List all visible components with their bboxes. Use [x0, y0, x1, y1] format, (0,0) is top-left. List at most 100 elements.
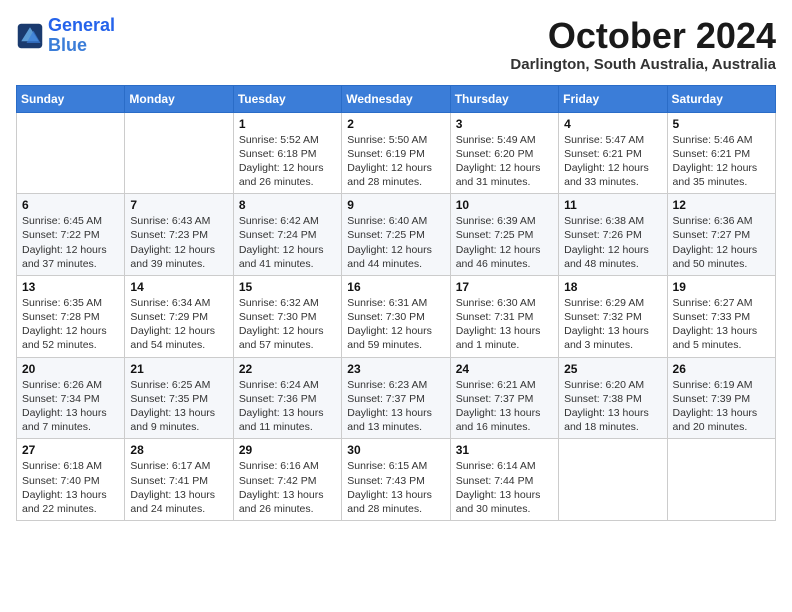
day-info: Sunrise: 6:14 AMSunset: 7:44 PMDaylight:…	[456, 460, 541, 515]
calendar-cell	[125, 112, 233, 194]
day-number: 27	[22, 443, 119, 457]
logo-line2: Blue	[48, 35, 87, 55]
title-block: October 2024 Darlington, South Australia…	[510, 16, 776, 73]
day-number: 6	[22, 198, 119, 212]
day-info: Sunrise: 6:17 AMSunset: 7:41 PMDaylight:…	[130, 460, 215, 515]
day-info: Sunrise: 6:26 AMSunset: 7:34 PMDaylight:…	[22, 379, 107, 434]
calendar-cell: 6 Sunrise: 6:45 AMSunset: 7:22 PMDayligh…	[17, 194, 125, 276]
day-info: Sunrise: 6:31 AMSunset: 7:30 PMDaylight:…	[347, 297, 432, 352]
calendar-cell: 30 Sunrise: 6:15 AMSunset: 7:43 PMDaylig…	[342, 439, 450, 521]
calendar-cell: 18 Sunrise: 6:29 AMSunset: 7:32 PMDaylig…	[559, 275, 667, 357]
day-number: 28	[130, 443, 227, 457]
day-info: Sunrise: 6:15 AMSunset: 7:43 PMDaylight:…	[347, 460, 432, 515]
calendar-cell: 27 Sunrise: 6:18 AMSunset: 7:40 PMDaylig…	[17, 439, 125, 521]
day-info: Sunrise: 6:42 AMSunset: 7:24 PMDaylight:…	[239, 215, 324, 270]
day-info: Sunrise: 6:30 AMSunset: 7:31 PMDaylight:…	[456, 297, 541, 352]
day-number: 18	[564, 280, 661, 294]
calendar-cell: 16 Sunrise: 6:31 AMSunset: 7:30 PMDaylig…	[342, 275, 450, 357]
day-number: 16	[347, 280, 444, 294]
day-number: 2	[347, 117, 444, 131]
calendar-cell: 11 Sunrise: 6:38 AMSunset: 7:26 PMDaylig…	[559, 194, 667, 276]
day-number: 8	[239, 198, 336, 212]
calendar-cell: 4 Sunrise: 5:47 AMSunset: 6:21 PMDayligh…	[559, 112, 667, 194]
location: Darlington, South Australia, Australia	[510, 56, 776, 73]
day-number: 19	[673, 280, 770, 294]
day-number: 14	[130, 280, 227, 294]
calendar-week-5: 27 Sunrise: 6:18 AMSunset: 7:40 PMDaylig…	[17, 439, 776, 521]
day-number: 25	[564, 362, 661, 376]
day-info: Sunrise: 6:36 AMSunset: 7:27 PMDaylight:…	[673, 215, 758, 270]
calendar-cell: 26 Sunrise: 6:19 AMSunset: 7:39 PMDaylig…	[667, 357, 775, 439]
day-number: 22	[239, 362, 336, 376]
day-number: 31	[456, 443, 553, 457]
calendar-cell: 14 Sunrise: 6:34 AMSunset: 7:29 PMDaylig…	[125, 275, 233, 357]
day-info: Sunrise: 5:46 AMSunset: 6:21 PMDaylight:…	[673, 134, 758, 189]
day-number: 13	[22, 280, 119, 294]
logo: General Blue	[16, 16, 115, 56]
calendar-body: 1 Sunrise: 5:52 AMSunset: 6:18 PMDayligh…	[17, 112, 776, 520]
calendar-cell: 15 Sunrise: 6:32 AMSunset: 7:30 PMDaylig…	[233, 275, 341, 357]
calendar-cell: 23 Sunrise: 6:23 AMSunset: 7:37 PMDaylig…	[342, 357, 450, 439]
calendar-cell: 21 Sunrise: 6:25 AMSunset: 7:35 PMDaylig…	[125, 357, 233, 439]
logo-icon	[16, 22, 44, 50]
day-number: 17	[456, 280, 553, 294]
month-title: October 2024	[510, 16, 776, 56]
calendar-cell	[17, 112, 125, 194]
day-info: Sunrise: 6:39 AMSunset: 7:25 PMDaylight:…	[456, 215, 541, 270]
calendar-cell: 24 Sunrise: 6:21 AMSunset: 7:37 PMDaylig…	[450, 357, 558, 439]
day-number: 5	[673, 117, 770, 131]
calendar-cell	[667, 439, 775, 521]
day-info: Sunrise: 6:24 AMSunset: 7:36 PMDaylight:…	[239, 379, 324, 434]
weekday-saturday: Saturday	[667, 85, 775, 112]
day-number: 12	[673, 198, 770, 212]
calendar-cell: 3 Sunrise: 5:49 AMSunset: 6:20 PMDayligh…	[450, 112, 558, 194]
calendar-cell: 13 Sunrise: 6:35 AMSunset: 7:28 PMDaylig…	[17, 275, 125, 357]
day-number: 21	[130, 362, 227, 376]
calendar-cell	[559, 439, 667, 521]
day-number: 29	[239, 443, 336, 457]
day-number: 11	[564, 198, 661, 212]
day-info: Sunrise: 6:25 AMSunset: 7:35 PMDaylight:…	[130, 379, 215, 434]
calendar-cell: 28 Sunrise: 6:17 AMSunset: 7:41 PMDaylig…	[125, 439, 233, 521]
day-number: 15	[239, 280, 336, 294]
day-number: 1	[239, 117, 336, 131]
day-info: Sunrise: 6:40 AMSunset: 7:25 PMDaylight:…	[347, 215, 432, 270]
day-info: Sunrise: 5:52 AMSunset: 6:18 PMDaylight:…	[239, 134, 324, 189]
day-info: Sunrise: 6:32 AMSunset: 7:30 PMDaylight:…	[239, 297, 324, 352]
day-number: 9	[347, 198, 444, 212]
day-info: Sunrise: 6:29 AMSunset: 7:32 PMDaylight:…	[564, 297, 649, 352]
calendar-cell: 5 Sunrise: 5:46 AMSunset: 6:21 PMDayligh…	[667, 112, 775, 194]
day-info: Sunrise: 6:18 AMSunset: 7:40 PMDaylight:…	[22, 460, 107, 515]
day-info: Sunrise: 6:19 AMSunset: 7:39 PMDaylight:…	[673, 379, 758, 434]
calendar-cell: 8 Sunrise: 6:42 AMSunset: 7:24 PMDayligh…	[233, 194, 341, 276]
logo-line1: General	[48, 15, 115, 35]
day-info: Sunrise: 6:35 AMSunset: 7:28 PMDaylight:…	[22, 297, 107, 352]
weekday-friday: Friday	[559, 85, 667, 112]
calendar-cell: 22 Sunrise: 6:24 AMSunset: 7:36 PMDaylig…	[233, 357, 341, 439]
day-number: 30	[347, 443, 444, 457]
calendar-week-4: 20 Sunrise: 6:26 AMSunset: 7:34 PMDaylig…	[17, 357, 776, 439]
day-number: 26	[673, 362, 770, 376]
calendar-cell: 31 Sunrise: 6:14 AMSunset: 7:44 PMDaylig…	[450, 439, 558, 521]
day-info: Sunrise: 6:23 AMSunset: 7:37 PMDaylight:…	[347, 379, 432, 434]
weekday-header-row: SundayMondayTuesdayWednesdayThursdayFrid…	[17, 85, 776, 112]
calendar-cell: 7 Sunrise: 6:43 AMSunset: 7:23 PMDayligh…	[125, 194, 233, 276]
calendar-cell: 20 Sunrise: 6:26 AMSunset: 7:34 PMDaylig…	[17, 357, 125, 439]
calendar-week-3: 13 Sunrise: 6:35 AMSunset: 7:28 PMDaylig…	[17, 275, 776, 357]
day-number: 7	[130, 198, 227, 212]
day-info: Sunrise: 6:16 AMSunset: 7:42 PMDaylight:…	[239, 460, 324, 515]
weekday-thursday: Thursday	[450, 85, 558, 112]
calendar-cell: 12 Sunrise: 6:36 AMSunset: 7:27 PMDaylig…	[667, 194, 775, 276]
day-number: 10	[456, 198, 553, 212]
calendar-cell: 29 Sunrise: 6:16 AMSunset: 7:42 PMDaylig…	[233, 439, 341, 521]
calendar-cell: 2 Sunrise: 5:50 AMSunset: 6:19 PMDayligh…	[342, 112, 450, 194]
weekday-monday: Monday	[125, 85, 233, 112]
calendar-week-1: 1 Sunrise: 5:52 AMSunset: 6:18 PMDayligh…	[17, 112, 776, 194]
calendar-cell: 25 Sunrise: 6:20 AMSunset: 7:38 PMDaylig…	[559, 357, 667, 439]
day-number: 4	[564, 117, 661, 131]
day-info: Sunrise: 6:27 AMSunset: 7:33 PMDaylight:…	[673, 297, 758, 352]
day-info: Sunrise: 6:20 AMSunset: 7:38 PMDaylight:…	[564, 379, 649, 434]
weekday-tuesday: Tuesday	[233, 85, 341, 112]
day-number: 20	[22, 362, 119, 376]
page-header: General Blue October 2024 Darlington, So…	[16, 16, 776, 73]
